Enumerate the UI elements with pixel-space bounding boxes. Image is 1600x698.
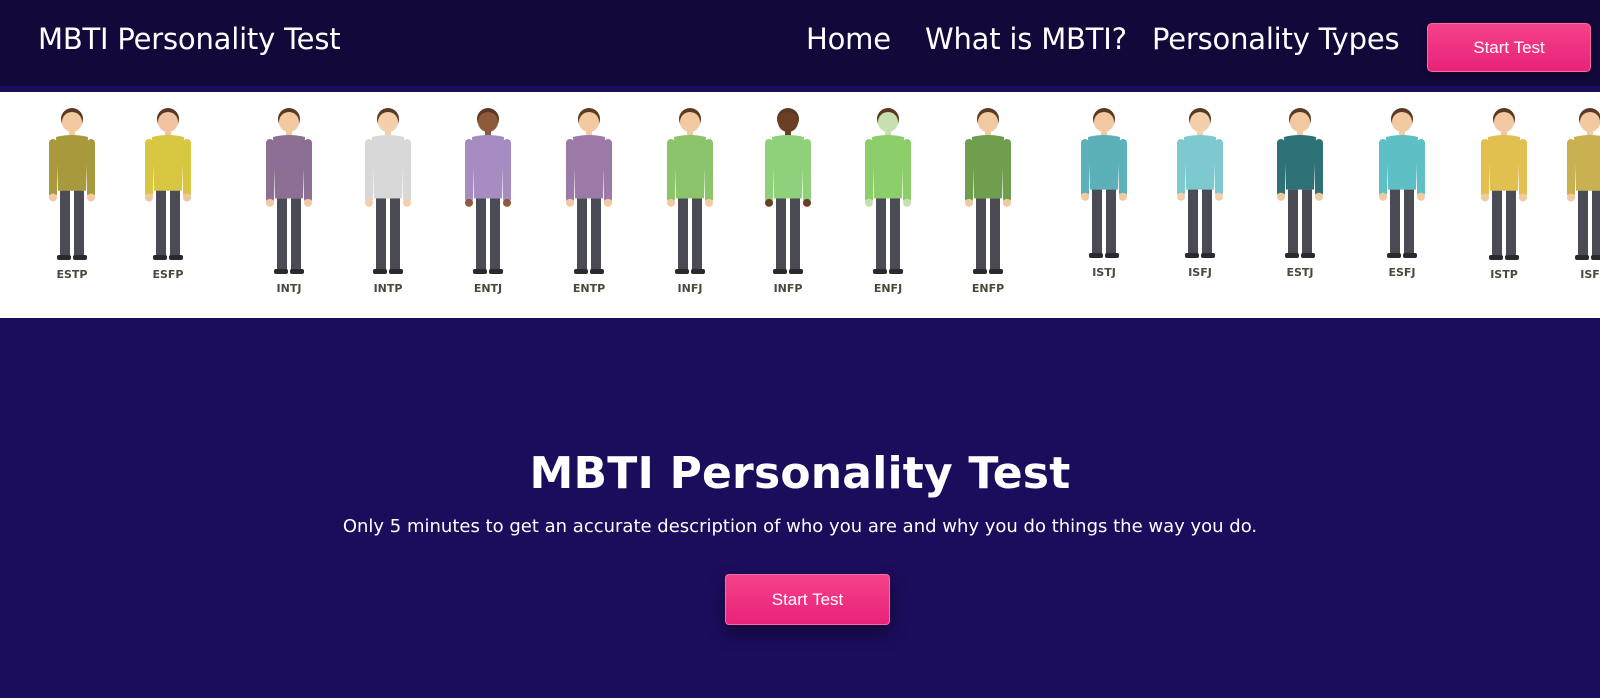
character-estj: ESTJ	[1260, 92, 1340, 318]
character-type-label: INFJ	[677, 282, 703, 295]
character-isfj: ISFJ	[1160, 92, 1240, 318]
hero-subtitle: Only 5 minutes to get an accurate descri…	[342, 516, 1258, 537]
hero-title: MBTI Personality Test	[529, 448, 1071, 499]
character-isf: ISF	[1550, 92, 1600, 318]
character-type-label: ESTJ	[1286, 266, 1314, 279]
start-test-nav-button[interactable]: Start Test	[1427, 23, 1591, 72]
nav-link-what-is-mbti[interactable]: What is MBTI?	[925, 22, 1127, 56]
character-intp: INTP	[348, 92, 428, 318]
nav-link-personality-types[interactable]: Personality Types	[1152, 22, 1400, 56]
character-type-label: ISTP	[1490, 268, 1518, 281]
character-istj: ISTJ	[1064, 92, 1144, 318]
character-illustration	[1379, 108, 1425, 258]
character-entp: ENTP	[549, 92, 629, 318]
navbar: MBTI Personality Test Home What is MBTI?…	[0, 0, 1600, 86]
character-estp: ESTP	[32, 92, 112, 318]
character-type-label: ENTP	[572, 282, 606, 295]
character-type-label: ISFJ	[1188, 266, 1212, 279]
character-type-label: ESTP	[56, 268, 88, 281]
character-esfp: ESFP	[128, 92, 208, 318]
character-illustration	[1081, 108, 1127, 258]
character-illustration	[1277, 108, 1323, 258]
character-type-label: ENTJ	[473, 282, 503, 295]
character-type-label: INFP	[773, 282, 803, 295]
character-type-label: ESFJ	[1388, 266, 1416, 279]
character-illustration	[1481, 108, 1527, 260]
character-infj: INFJ	[650, 92, 730, 318]
character-type-label: ESFP	[152, 268, 184, 281]
character-illustration	[145, 108, 191, 260]
character-type-label: ENFP	[971, 282, 1005, 295]
nav-link-home[interactable]: Home	[806, 22, 891, 56]
personality-characters-banner: ESTP ESFP INTJ INTP ENTJ ENTP INFJ INFP ENFJ ENFP…	[0, 92, 1600, 318]
character-illustration	[1567, 108, 1600, 260]
character-istp: ISTP	[1464, 92, 1544, 318]
character-type-label: ISTJ	[1092, 266, 1116, 279]
character-type-label: INTJ	[276, 282, 302, 295]
character-type-label: ENFJ	[873, 282, 903, 295]
character-type-label: INTP	[373, 282, 403, 295]
site-brand[interactable]: MBTI Personality Test	[38, 22, 341, 56]
character-esfj: ESFJ	[1362, 92, 1442, 318]
character-entj: ENTJ	[448, 92, 528, 318]
character-enfp: ENFP	[948, 92, 1028, 318]
start-test-hero-button[interactable]: Start Test	[725, 574, 890, 625]
character-illustration	[49, 108, 95, 260]
character-illustration	[1177, 108, 1223, 258]
character-infp: INFP	[748, 92, 828, 318]
character-enfj: ENFJ	[848, 92, 928, 318]
character-intj: INTJ	[249, 92, 329, 318]
character-type-label: ISF	[1580, 268, 1600, 281]
